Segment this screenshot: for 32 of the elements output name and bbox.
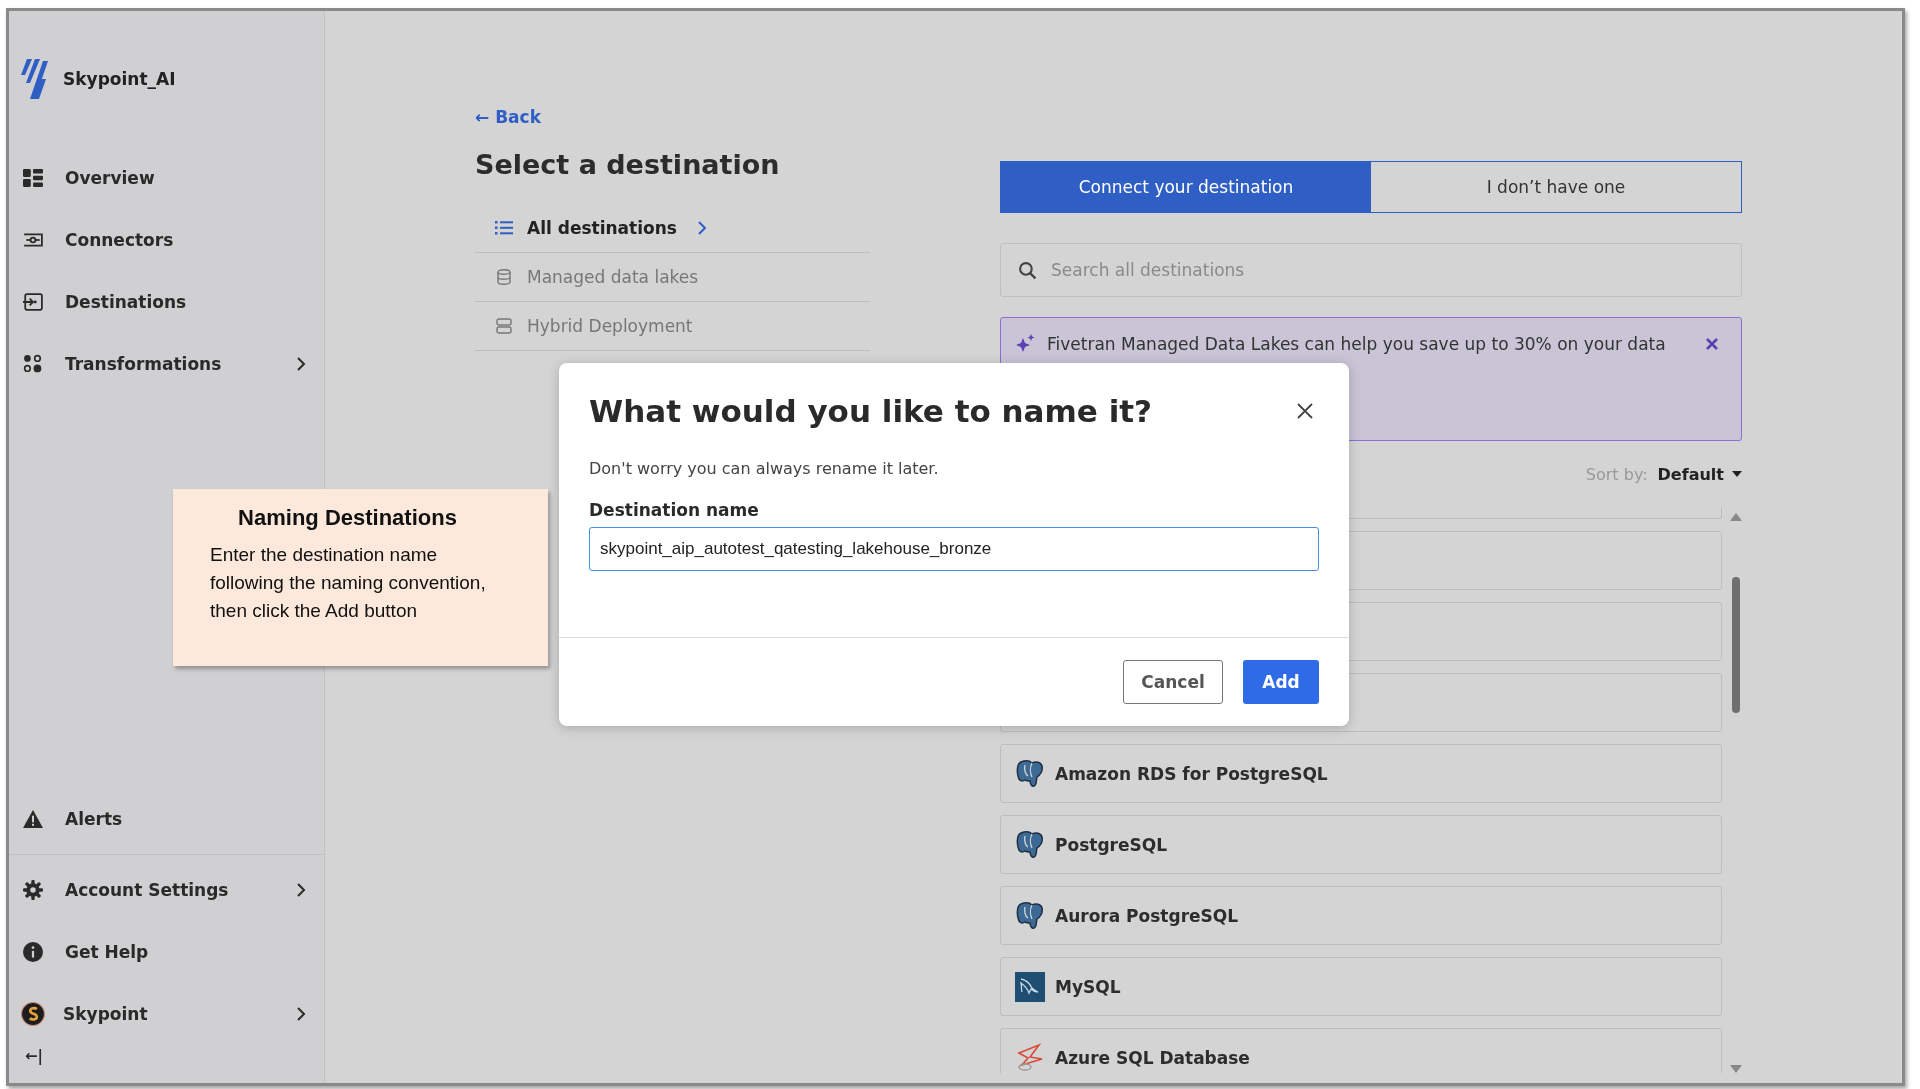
nav-item[interactable]: Account Settings [9,859,324,921]
tab[interactable]: I don’t have one [1371,162,1741,212]
dialog-title: What would you like to name it? [589,393,1153,429]
dialog-subtitle: Don't worry you can always rename it later. [589,459,940,478]
add-button[interactable]: Add [1243,660,1319,704]
nav-item[interactable]: Transformations [9,333,324,395]
callout-title: Naming Destinations [237,505,458,531]
nav-item[interactable]: Get Help [9,921,324,983]
nav-item[interactable]: Skypoint [9,983,324,1045]
collapse-button[interactable]: ←| [23,1045,46,1067]
nav-item[interactable]: Alerts [9,788,324,850]
destination-item[interactable]: MySQL [1000,957,1722,1016]
banner-text: Fivetran Managed Data Lakes can help you save up to 30% on your data [1047,334,1667,354]
search-field[interactable]: Search all destinations [1000,243,1742,297]
destination-item[interactable]: PostgreSQL [1000,815,1722,874]
destination-item[interactable]: Aurora PostgreSQL [1000,886,1722,945]
name-input[interactable]: skypoint_aip_autotest_qatesting_lakehouse_bronze [589,527,1319,571]
nav-item[interactable]: Destinations [9,271,324,333]
back-link[interactable]: ← Back [475,107,541,127]
sort-dropdown[interactable]: Default [1657,464,1742,484]
page-title: Select a destination [475,149,781,180]
destination-item[interactable]: Azure SQL Database [1000,1028,1722,1073]
cancel-button[interactable]: Cancel [1123,660,1223,704]
field-label: Destination name [589,500,760,520]
destination-item[interactable]: Amazon RDS for PostgreSQL [1000,744,1722,803]
nav-item[interactable]: Connectors [9,209,324,271]
sort-label: Sort by: [1585,464,1648,484]
tab[interactable]: Connect your destination [1001,162,1371,212]
category-item[interactable]: All destinations [475,204,870,253]
callout-text: Enter the destination name following the naming convention, then click the Add button [210,543,487,623]
nav-item[interactable]: Overview [9,147,324,209]
brand-name: Skypoint_AI [63,69,176,89]
